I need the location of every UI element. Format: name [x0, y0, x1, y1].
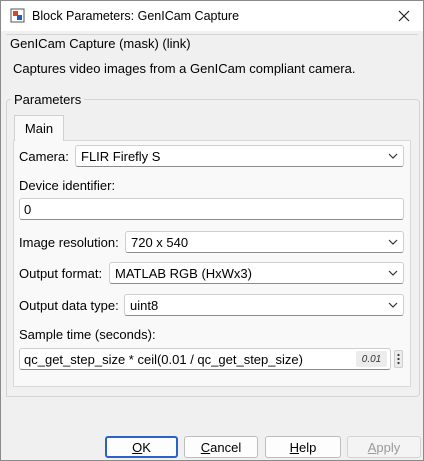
image-resolution-select[interactable]: 720 x 540: [125, 231, 404, 253]
window-title: Block Parameters: GenICam Capture: [32, 9, 240, 23]
output-data-type-value: uint8: [130, 298, 159, 313]
cancel-button[interactable]: Cancel: [184, 436, 258, 458]
chevron-down-icon: [388, 270, 398, 276]
output-data-type-label: Output data type:: [19, 298, 119, 313]
title-bar[interactable]: Block Parameters: GenICam Capture: [1, 1, 423, 31]
help-button[interactable]: Help: [265, 436, 341, 458]
simulink-block-icon: [10, 8, 25, 23]
chevron-down-icon: [388, 239, 398, 245]
output-format-select[interactable]: MATLAB RGB (HxWx3): [109, 262, 404, 284]
mask-title: GenICam Capture (mask) (link): [8, 36, 193, 51]
output-data-type-select[interactable]: uint8: [124, 294, 404, 316]
sample-time-value: qc_get_step_size * ceil(0.01 / qc_get_st…: [24, 352, 303, 367]
apply-button[interactable]: Apply: [347, 436, 421, 458]
apply-label: Apply: [367, 439, 401, 455]
sample-time-label: Sample time (seconds):: [19, 327, 156, 342]
dialog-window: Block Parameters: GenICam Capture GenICa…: [0, 0, 424, 461]
chevron-down-icon: [388, 302, 398, 308]
help-label: Help: [289, 439, 317, 455]
device-identifier-label: Device identifier:: [19, 178, 116, 193]
image-resolution-label: Image resolution:: [19, 235, 119, 250]
device-identifier-input[interactable]: 0: [19, 198, 404, 220]
device-identifier-value: 0: [24, 202, 32, 217]
tab-main-label: Main: [24, 121, 54, 136]
evaluated-value-badge: 0.01: [356, 351, 387, 367]
output-format-value: MATLAB RGB (HxWx3): [115, 266, 252, 281]
camera-label: Camera:: [19, 149, 69, 164]
parameters-group-label: Parameters: [11, 92, 85, 107]
vertical-ellipsis-icon: [397, 353, 400, 365]
image-resolution-value: 720 x 540: [131, 235, 189, 250]
close-icon: [398, 10, 410, 22]
chevron-down-icon: [388, 153, 398, 159]
cancel-label: Cancel: [200, 439, 242, 455]
more-options-button[interactable]: [394, 350, 403, 368]
close-button[interactable]: [393, 5, 415, 27]
tab-main[interactable]: Main: [14, 115, 64, 141]
mask-description: Captures video images from a GenICam com…: [13, 61, 356, 76]
output-format-label: Output format:: [19, 266, 103, 281]
ok-button[interactable]: OK: [105, 436, 178, 458]
camera-value: FLIR Firefly S: [81, 149, 161, 164]
ok-label: OK: [132, 439, 151, 455]
camera-select[interactable]: FLIR Firefly S: [75, 145, 404, 167]
sample-time-input[interactable]: qc_get_step_size * ceil(0.01 / qc_get_st…: [19, 348, 391, 370]
